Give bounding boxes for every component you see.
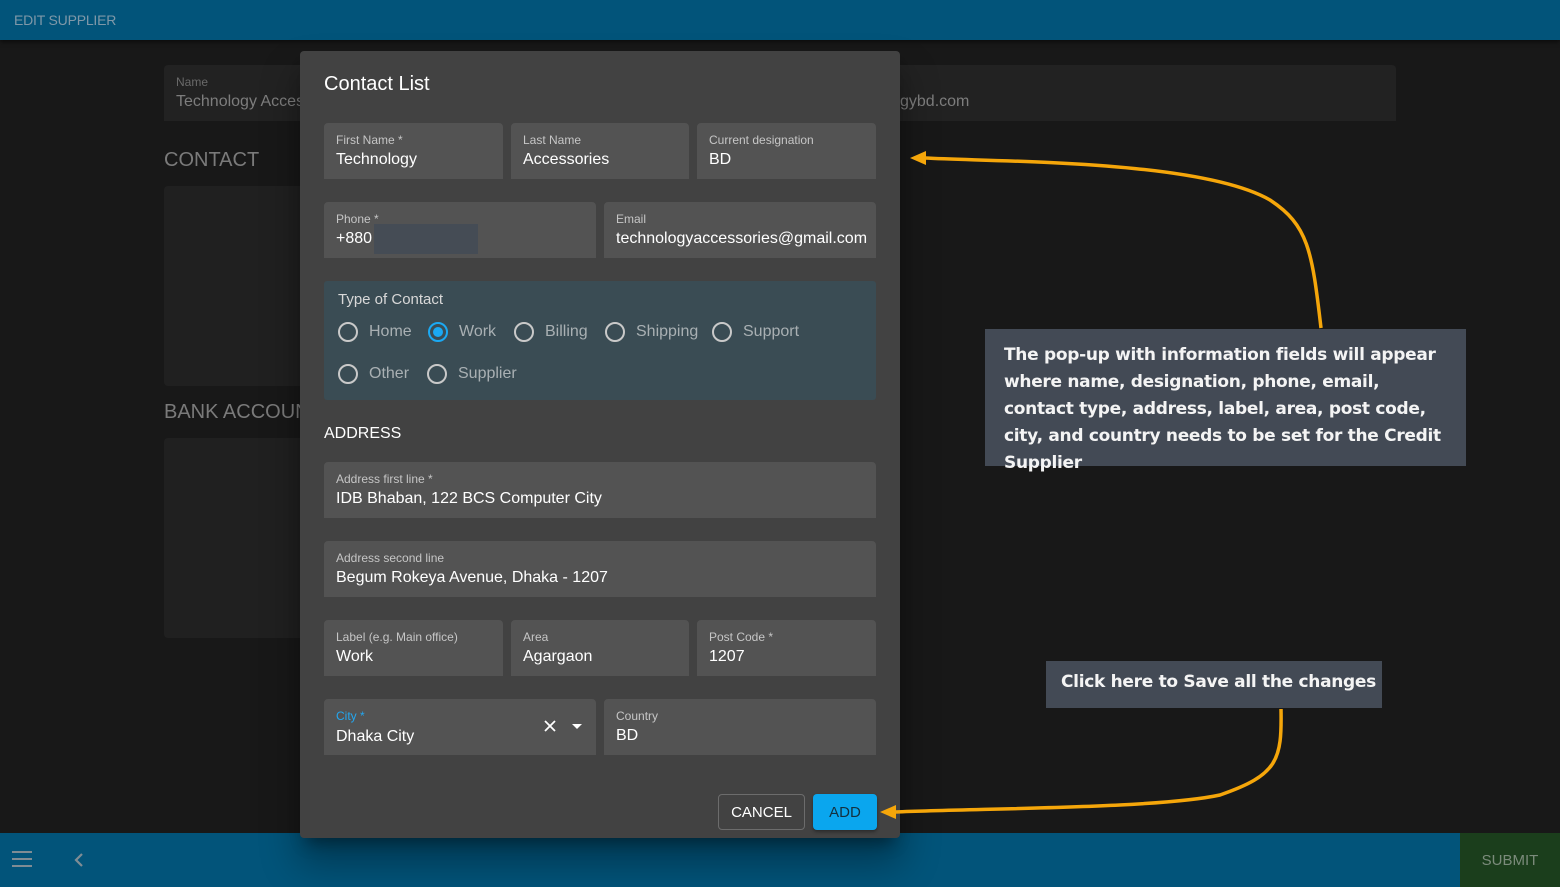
email-label: Email	[616, 212, 647, 226]
annotation-arrow-to-add	[894, 708, 1283, 814]
cancel-button[interactable]: CANCEL	[718, 794, 805, 830]
first-name-field[interactable]: First Name * Technology	[324, 123, 503, 179]
area-value: Agargaon	[523, 648, 593, 665]
designation-label: Current designation	[709, 133, 814, 147]
annotation-arrow-to-dialog	[924, 156, 1323, 329]
address-first-line-field[interactable]: Address first line * IDB Bhaban, 122 BCS…	[324, 462, 876, 518]
designation-field[interactable]: Current designation BD	[697, 123, 876, 179]
bottom-bar: SUBMIT	[0, 833, 1560, 887]
address-second-line-field[interactable]: Address second line Begum Rokeya Avenue,…	[324, 541, 876, 597]
radio-home-label: Home	[369, 323, 412, 340]
dialog-title: Contact List	[324, 73, 430, 95]
arrowhead-icon	[910, 151, 926, 165]
radio-support[interactable]: Support	[712, 322, 799, 342]
address-second-line-label: Address second line	[336, 551, 445, 565]
contact-list-dialog: Contact List First Name * Technology Las…	[300, 51, 900, 838]
menu-icon[interactable]	[12, 851, 33, 869]
radio-billing[interactable]: Billing	[514, 322, 588, 342]
area-label: Area	[523, 630, 549, 644]
city-value: Dhaka City	[336, 728, 415, 745]
email-value: technologyaccessories@gmail.com	[616, 230, 868, 247]
first-name-label: First Name *	[336, 133, 403, 147]
radio-shipping[interactable]: Shipping	[605, 322, 698, 342]
last-name-value: Accessories	[523, 151, 610, 168]
phone-value: +880	[336, 230, 373, 247]
address-label-value: Work	[336, 648, 374, 665]
add-button[interactable]: ADD	[813, 794, 877, 830]
contact-type-group: Type of Contact Home Work Billing Shippi…	[324, 281, 876, 400]
radio-home[interactable]: Home	[338, 322, 412, 342]
radio-work[interactable]: Work	[428, 322, 496, 342]
bank-account-section-title: BANK ACCOUN	[164, 401, 310, 423]
clear-icon[interactable]	[542, 718, 558, 734]
supplier-email-value: gybd.com	[900, 93, 970, 110]
contact-section-title: CONTACT	[164, 149, 260, 171]
address-second-line-value: Begum Rokeya Avenue, Dhaka - 1207	[336, 569, 608, 586]
designation-value: BD	[709, 151, 732, 168]
last-name-label: Last Name	[523, 133, 582, 147]
back-chevron-icon[interactable]	[70, 847, 90, 873]
radio-checked-icon	[428, 322, 448, 342]
radio-support-label: Support	[743, 323, 800, 340]
radio-work-label: Work	[459, 323, 497, 340]
radio-billing-label: Billing	[545, 323, 588, 340]
radio-unchecked-icon	[514, 322, 534, 342]
radio-unchecked-icon	[605, 322, 625, 342]
supplier-name-label: Name	[176, 75, 209, 89]
radio-unchecked-icon	[338, 364, 358, 384]
radio-supplier[interactable]: Supplier	[427, 364, 517, 384]
radio-other[interactable]: Other	[338, 364, 409, 384]
address-label-field[interactable]: Label (e.g. Main office) Work	[324, 620, 503, 676]
country-value: BD	[616, 727, 639, 744]
address-heading: ADDRESS	[324, 425, 402, 442]
country-label: Country	[616, 709, 659, 723]
dropdown-arrow-icon[interactable]	[572, 724, 582, 729]
last-name-field[interactable]: Last Name Accessories	[511, 123, 689, 179]
email-field[interactable]: Email technologyaccessories@gmail.com	[604, 202, 876, 258]
address-first-line-label: Address first line *	[336, 472, 433, 486]
area-field[interactable]: Area Agargaon	[511, 620, 689, 676]
radio-other-label: Other	[369, 365, 410, 382]
city-label: City *	[336, 709, 365, 723]
redacted-phone-number	[374, 224, 478, 254]
page-title: EDIT SUPPLIER	[14, 12, 117, 28]
post-code-field[interactable]: Post Code * 1207	[697, 620, 876, 676]
radio-supplier-label: Supplier	[458, 365, 517, 382]
address-label-label: Label (e.g. Main office)	[336, 630, 458, 644]
post-code-value: 1207	[709, 648, 745, 665]
app-bar: EDIT SUPPLIER	[0, 0, 1560, 40]
supplier-name-value: Technology Acces	[176, 93, 305, 110]
save-annotation-callout: Click here to Save all the changes	[1046, 661, 1382, 708]
radio-shipping-label: Shipping	[636, 323, 699, 340]
city-select[interactable]: City * Dhaka City	[324, 699, 596, 755]
popup-annotation-callout: The pop-up with information fields will …	[985, 329, 1466, 473]
radio-unchecked-icon	[712, 322, 732, 342]
address-first-line-value: IDB Bhaban, 122 BCS Computer City	[336, 490, 602, 507]
phone-field[interactable]: Phone * +880	[324, 202, 596, 258]
first-name-value: Technology	[336, 151, 417, 168]
submit-button[interactable]: SUBMIT	[1460, 833, 1560, 887]
country-field[interactable]: Country BD	[604, 699, 876, 755]
radio-unchecked-icon	[338, 322, 358, 342]
post-code-label: Post Code *	[709, 630, 774, 644]
radio-unchecked-icon	[427, 364, 447, 384]
phone-label: Phone *	[336, 212, 379, 226]
contact-type-title: Type of Contact	[338, 291, 444, 308]
